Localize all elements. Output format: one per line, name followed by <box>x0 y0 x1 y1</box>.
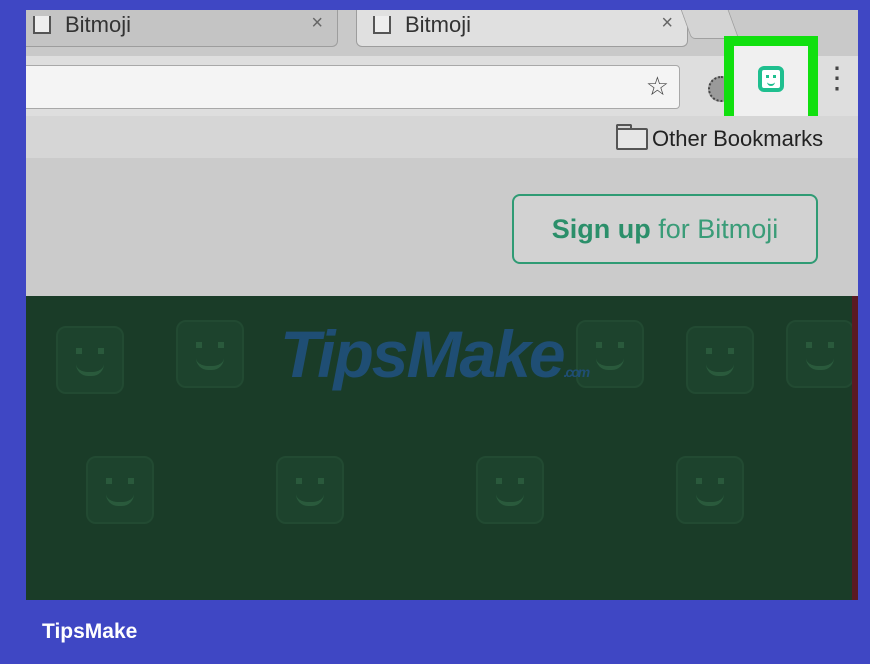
folder-icon <box>616 124 648 150</box>
bitmoji-icon[interactable] <box>758 66 784 92</box>
watermark-sub: .com <box>563 364 591 380</box>
footer-brand-label: TipsMake <box>42 620 138 643</box>
page-header: Sign up for Bitmoji <box>26 158 858 296</box>
signup-strong-text: Sign up <box>551 214 651 244</box>
bitmoji-background: TipsMake.com <box>26 296 858 600</box>
signup-rest-text: for Bitmoji <box>650 214 779 244</box>
bitmoji-tile <box>86 456 154 524</box>
address-bar[interactable]: ☆ <box>26 65 680 109</box>
bitmoji-tile <box>786 320 854 388</box>
bookmarks-bar: Other Bookmarks <box>26 116 858 159</box>
bitmoji-tile <box>176 320 244 388</box>
browser-window: Bitmoji × Bitmoji × ☆ ⋮ Other Bookmarks … <box>26 10 858 600</box>
chrome-menu-icon[interactable]: ⋮ <box>822 64 852 94</box>
signup-button[interactable]: Sign up for Bitmoji <box>512 194 818 264</box>
tab-bitmoji-1[interactable]: Bitmoji × <box>26 10 338 47</box>
bitmoji-tile <box>476 456 544 524</box>
close-icon[interactable]: × <box>661 12 673 35</box>
bookmark-star-icon[interactable]: ☆ <box>646 71 669 102</box>
watermark-logo: TipsMake.com <box>280 316 591 392</box>
tab-bitmoji-2[interactable]: Bitmoji × <box>356 10 688 47</box>
other-bookmarks-link[interactable]: Other Bookmarks <box>652 126 823 152</box>
page-edge <box>852 296 858 600</box>
new-tab-button[interactable] <box>680 10 740 39</box>
bitmoji-tile <box>686 326 754 394</box>
bitmoji-tile <box>56 326 124 394</box>
page-icon <box>33 16 51 34</box>
bitmoji-tile <box>276 456 344 524</box>
tab-title: Bitmoji <box>405 12 472 37</box>
bitmoji-extension-highlight[interactable] <box>724 36 818 128</box>
tab-title: Bitmoji <box>65 12 132 37</box>
bitmoji-tile <box>676 456 744 524</box>
watermark-main: TipsMake <box>280 317 566 391</box>
close-icon[interactable]: × <box>311 12 323 35</box>
page-icon <box>373 16 391 34</box>
